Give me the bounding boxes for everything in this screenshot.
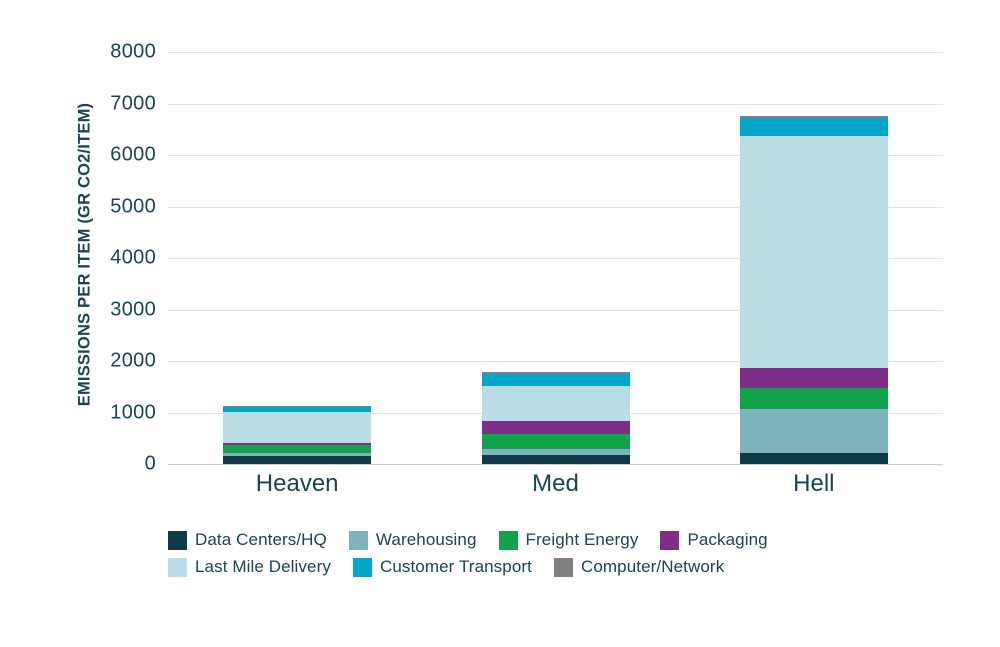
legend-swatch-icon bbox=[348, 530, 368, 550]
bar-segment[interactable] bbox=[223, 412, 372, 443]
legend-label: Customer Transport bbox=[379, 557, 532, 576]
bar-segment[interactable] bbox=[739, 368, 888, 388]
bar-segment[interactable] bbox=[481, 454, 630, 464]
bar-group-med[interactable] bbox=[481, 372, 630, 464]
bar-segment[interactable] bbox=[481, 385, 630, 421]
legend-label: Computer/Network bbox=[580, 557, 725, 576]
x-tick-label-hell: Hell bbox=[793, 470, 835, 497]
y-tick-label: 2000 bbox=[110, 349, 156, 372]
legend-label: Packaging bbox=[687, 530, 768, 549]
plot-area bbox=[168, 52, 943, 465]
y-tick-label: 1000 bbox=[110, 401, 156, 423]
legend-swatch-icon bbox=[660, 530, 680, 550]
legend-swatch-icon bbox=[498, 530, 518, 550]
legend-item[interactable]: Data Centers/HQ bbox=[168, 530, 327, 550]
legend-item[interactable]: Computer/Network bbox=[553, 557, 725, 577]
bar-segment[interactable] bbox=[739, 136, 888, 369]
bar-segment[interactable] bbox=[739, 409, 888, 454]
y-tick-label: 5000 bbox=[110, 195, 156, 217]
legend-item[interactable]: Packaging bbox=[660, 530, 768, 550]
bar-segment[interactable] bbox=[481, 373, 630, 386]
y-tick-label: 4000 bbox=[110, 246, 156, 269]
legend-item[interactable]: Customer Transport bbox=[352, 557, 532, 577]
bar-segment[interactable] bbox=[223, 444, 372, 454]
x-tick-label-med: Med bbox=[532, 470, 579, 497]
legend-label: Warehousing bbox=[375, 530, 477, 549]
bars-layer bbox=[168, 52, 943, 464]
bar-segment[interactable] bbox=[481, 433, 630, 449]
y-tick-label: 3000 bbox=[110, 298, 156, 320]
y-tick-label: 7000 bbox=[110, 92, 156, 114]
legend-item[interactable]: Warehousing bbox=[348, 530, 477, 550]
y-axis-tick-labels: 0 1000 2000 3000 4000 5000 6000 7000 8000 bbox=[48, 41, 156, 475]
bar-segment[interactable] bbox=[739, 118, 888, 137]
stacked-bar-chart: EMISSIONS PER ITEM (GR CO2/ITEM) 0 1000 20… bbox=[0, 0, 1000, 647]
bar-segment[interactable] bbox=[223, 456, 372, 464]
bar-group-hell[interactable] bbox=[739, 116, 888, 464]
bar-segment[interactable] bbox=[739, 387, 888, 410]
legend-label: Last Mile Delivery bbox=[195, 557, 331, 576]
x-tick-label-heaven: Heaven bbox=[255, 470, 339, 497]
legend-label: Data Centers/HQ bbox=[195, 530, 327, 549]
legend-row: Last Mile Delivery Customer Transport Comp… bbox=[168, 557, 868, 577]
y-tick-label: 8000 bbox=[110, 40, 156, 63]
legend-swatch-icon bbox=[553, 557, 573, 577]
y-tick-label: 0 bbox=[144, 452, 156, 475]
legend-item[interactable]: Freight Energy bbox=[498, 530, 639, 550]
legend-swatch-icon bbox=[168, 557, 187, 577]
legend-swatch-icon bbox=[168, 530, 187, 550]
gridline-0 bbox=[168, 464, 943, 465]
x-axis-tick-labels: Heaven Med Hell bbox=[168, 470, 943, 510]
chart-legend: Data Centers/HQ Warehousing Freight Energy… bbox=[168, 530, 868, 584]
legend-label: Freight Energy bbox=[525, 530, 639, 549]
bar-segment[interactable] bbox=[739, 453, 888, 464]
legend-item[interactable]: Last Mile Delivery bbox=[168, 557, 331, 577]
y-tick-label: 6000 bbox=[110, 143, 156, 166]
legend-swatch-icon bbox=[352, 557, 372, 577]
legend-row: Data Centers/HQ Warehousing Freight Energy… bbox=[168, 530, 868, 550]
bar-group-heaven[interactable] bbox=[223, 405, 372, 464]
bar-segment[interactable] bbox=[481, 420, 630, 434]
